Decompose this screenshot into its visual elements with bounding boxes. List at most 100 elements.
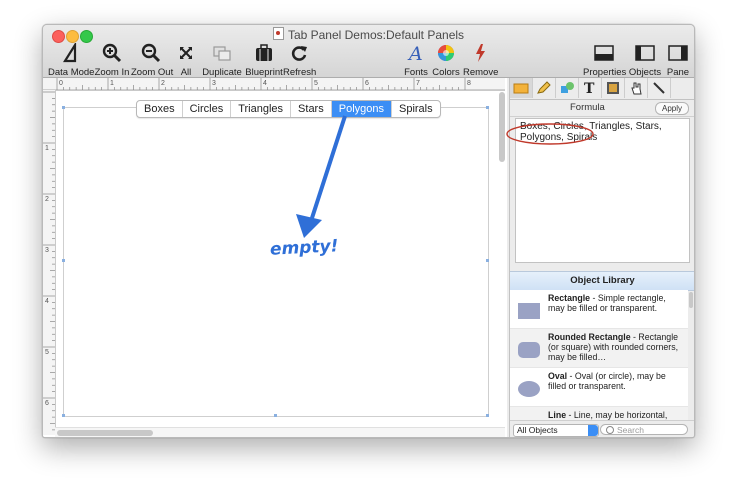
ruler-number: 4 [263,80,267,87]
pane-icon [668,45,688,61]
zoom-in-button[interactable]: Zoom In [94,43,130,78]
empty-annotation: empty! [269,236,339,260]
inspector-tab-text[interactable]: T [579,78,602,98]
tab-spirals[interactable]: Spirals [392,101,440,117]
refresh-button[interactable]: Refresh [283,43,316,78]
duplicate-button[interactable]: Duplicate [201,43,243,78]
formula-tab-icon [513,83,529,94]
inspector-tab-image[interactable] [602,78,625,98]
remove-icon [476,44,485,62]
ruler-number: 5 [314,80,318,87]
canvas-vertical-scrollbar[interactable] [499,92,505,162]
selection-handle[interactable] [486,259,489,262]
svg-text:T: T [584,81,595,95]
ruler-number: 8 [467,80,471,87]
formula-header: Formula Apply [510,100,694,117]
fonts-button[interactable]: A Fonts [403,43,429,78]
window-title: Tab Panel Demos:Default Panels [43,27,694,42]
blueprint-button[interactable]: Blueprint [245,43,283,78]
tab-panel-object[interactable] [63,107,489,417]
apply-button[interactable]: Apply [655,102,689,115]
pencil-icon [537,81,551,94]
oval-shape-icon [518,381,540,397]
app-window: Tab Panel Demos:Default Panels Data Mode… [42,24,695,438]
document-icon [272,27,284,40]
objects-icon [635,45,655,61]
vruler-ticks [43,91,55,431]
ruler-number: 2 [45,196,49,203]
rectangle-shape-icon [518,303,540,319]
tab-bar: Boxes Circles Triangles Stars Polygons S… [136,100,441,118]
vertical-ruler: 1 2 3 4 5 6 [43,90,56,435]
selection-handle[interactable] [62,414,65,417]
title-bar: Tab Panel Demos:Default Panels Data Mode… [43,25,694,78]
tab-boxes[interactable]: Boxes [137,101,183,117]
list-item[interactable]: Oval - Oval (or circle), may be filled o… [510,368,688,407]
expand-icon [180,47,192,59]
ruler-number: 2 [161,80,165,87]
object-library-title: Object Library [510,271,694,291]
hand-icon [631,82,642,95]
ruler-number: 3 [45,247,49,254]
blueprint-icon [256,44,272,61]
selection-handle[interactable] [274,414,277,417]
ruler-number: 0 [59,80,63,87]
colors-button[interactable]: Colors [431,43,461,78]
pane-button[interactable]: Pane [665,43,691,78]
ruler-number: 6 [365,80,369,87]
properties-icon [594,45,614,61]
object-library-list: Rectangle - Simple rectangle, may be fil… [510,290,688,420]
objects-button[interactable]: Objects [628,43,662,78]
inspector-tab-line[interactable] [648,78,671,98]
ruler-number: 1 [110,80,114,87]
canvas-horizontal-scroll-track [55,427,505,437]
remove-button[interactable]: Remove [463,43,498,78]
inspector-tab-edit[interactable] [533,78,556,98]
fonts-icon: A [407,43,423,63]
inspector-tabs: T [510,78,694,100]
list-item[interactable]: Line - Line, may be horizontal, [510,407,688,420]
zoom-in-icon [102,43,122,63]
library-scrollbar[interactable] [689,292,693,308]
zoom-out-icon [141,43,161,63]
data-mode-button[interactable]: Data Mode [48,43,94,78]
properties-button[interactable]: Properties [583,43,626,78]
inspector-tab-shapes[interactable] [556,78,579,98]
ruler-number: 7 [416,80,420,87]
duplicate-icon [213,46,231,61]
image-tab-icon [607,82,619,94]
refresh-icon [291,46,307,61]
ruler-number: 4 [45,298,49,305]
inspector-tab-formula[interactable] [510,78,533,98]
inspector-sidebar: T Formula Apply Boxes, Circles, Triangle… [509,78,694,437]
text-tab-icon: T [584,81,595,95]
shapes-tab-icon [561,82,574,93]
list-item[interactable]: Rounded Rectangle - Rectangle (or square… [510,329,688,368]
rounded-rectangle-shape-icon [518,342,540,358]
chevron-updown-icon [588,425,598,436]
all-button[interactable]: All [175,43,197,78]
list-item[interactable]: Rectangle - Simple rectangle, may be fil… [510,290,688,329]
selection-handle[interactable] [62,106,65,109]
object-filter-select[interactable]: All Objects [513,424,599,437]
zoom-out-button[interactable]: Zoom Out [131,43,173,78]
ruler-number: 1 [45,145,49,152]
horizontal-ruler: 0 1 2 3 4 5 6 7 8 [43,78,505,91]
line-tab-icon [653,82,665,94]
formula-editor[interactable]: Boxes, Circles, Triangles, Stars, Polygo… [515,118,690,263]
canvas-horizontal-scrollbar[interactable] [57,430,153,436]
inspector-tab-action[interactable] [625,78,648,98]
tab-triangles[interactable]: Triangles [231,101,292,117]
data-mode-icon [63,43,77,63]
tab-stars[interactable]: Stars [291,101,332,117]
selection-handle[interactable] [62,259,65,262]
library-footer: All Objects Search [510,420,694,437]
tab-circles[interactable]: Circles [183,101,232,117]
library-search-input[interactable]: Search [600,424,688,435]
ruler-number: 6 [45,400,49,407]
svg-text:A: A [407,43,423,63]
selection-handle[interactable] [486,414,489,417]
selection-handle[interactable] [486,106,489,109]
ruler-number: 3 [212,80,216,87]
tab-polygons[interactable]: Polygons [331,101,392,117]
